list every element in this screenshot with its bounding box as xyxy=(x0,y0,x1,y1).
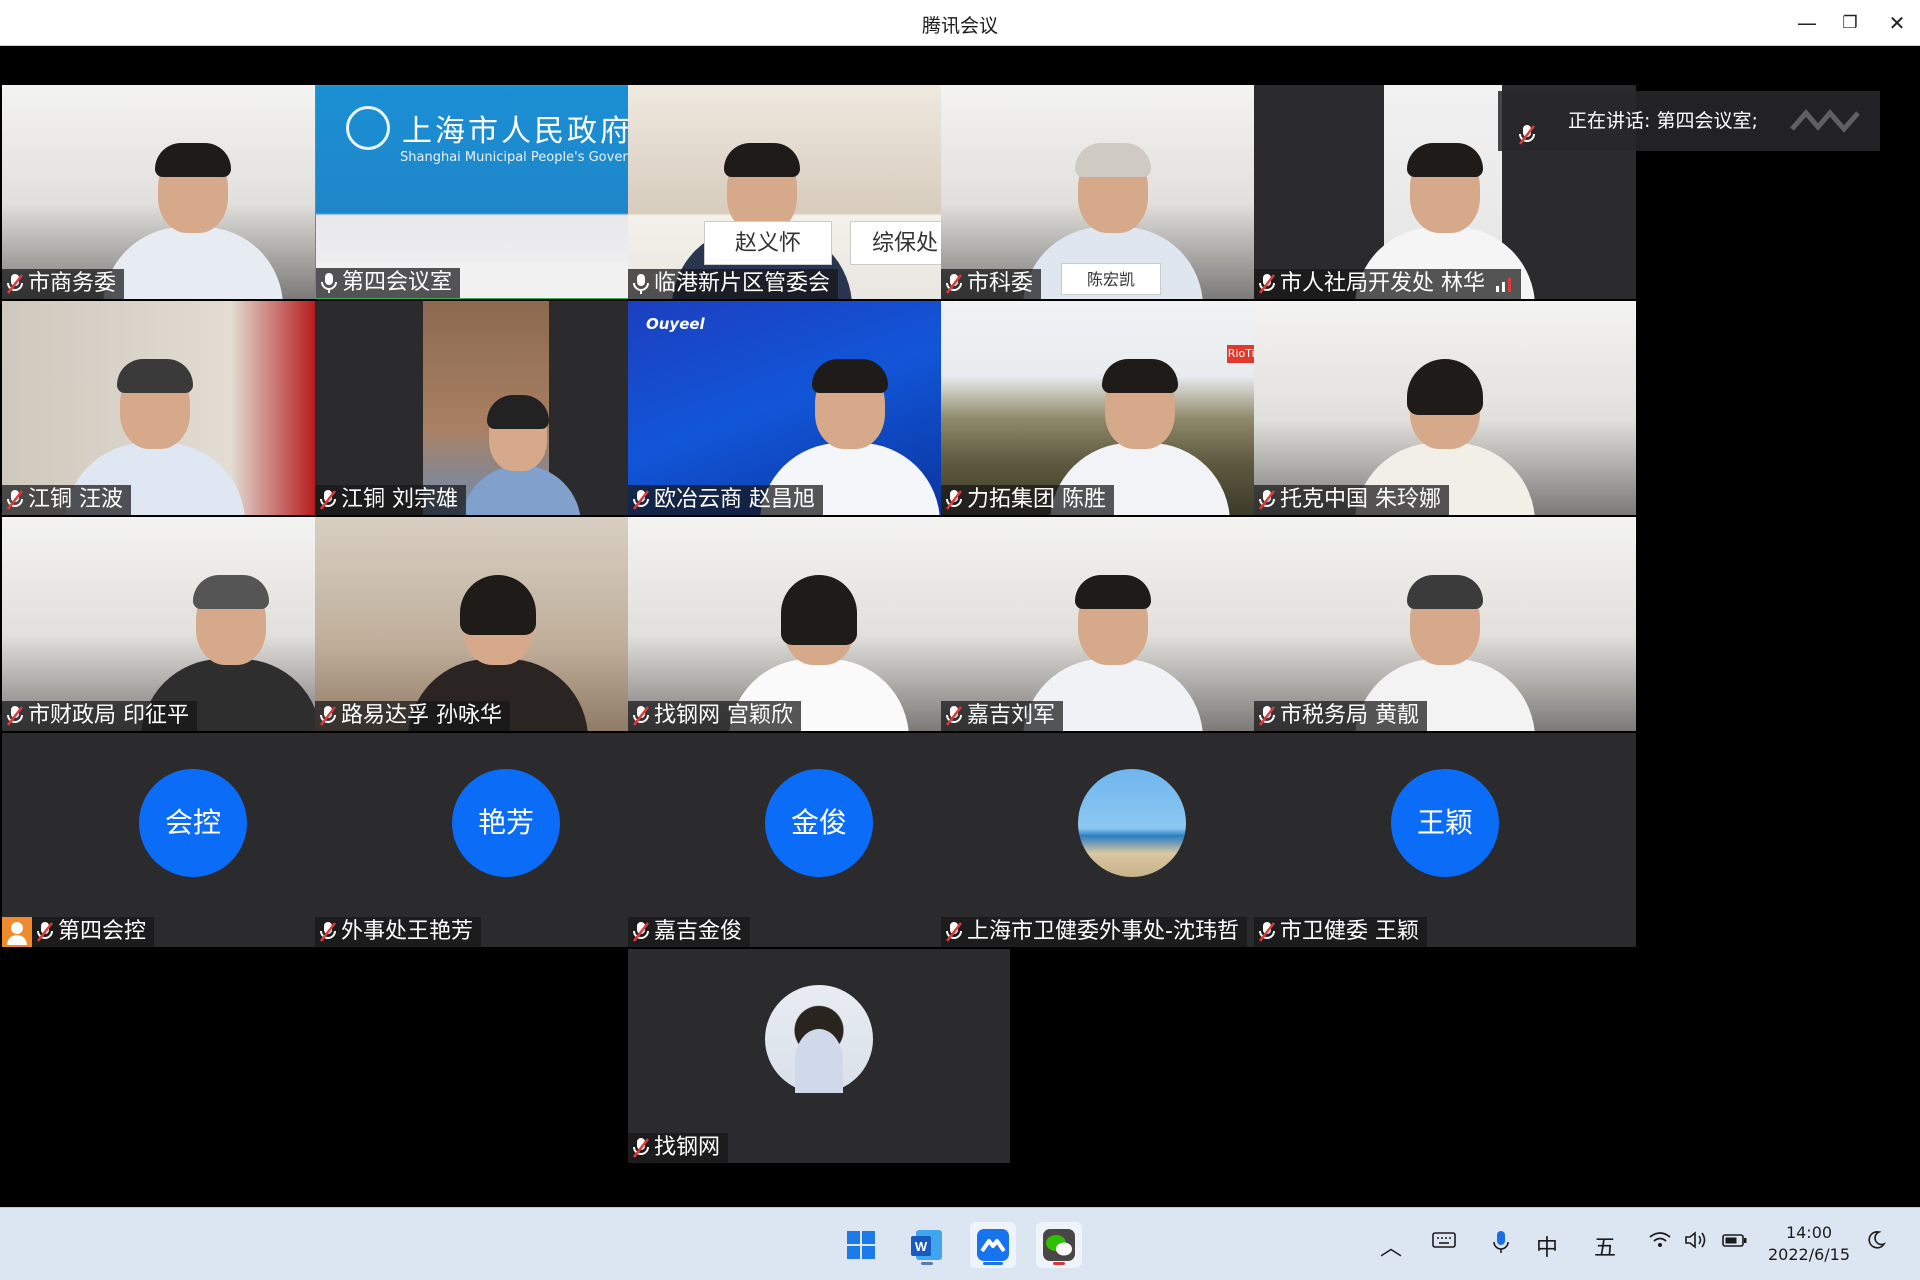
name-tag: 嘉吉金俊 xyxy=(628,917,751,947)
mic-muted-icon xyxy=(1258,921,1276,943)
mic-muted-icon xyxy=(945,921,963,943)
volume-icon[interactable] xyxy=(1684,1230,1708,1256)
mic-muted-icon xyxy=(1258,273,1276,295)
avatar xyxy=(765,985,873,1093)
minimize-icon[interactable]: — xyxy=(1790,8,1824,38)
name-tag: 找钢网 xyxy=(628,1133,729,1163)
name-tag: 嘉吉刘军 xyxy=(941,701,1064,731)
avatar: 金俊 xyxy=(765,769,873,877)
taskbar: W ︿ 中 五 14:00 2022/6/15 xyxy=(0,1207,1920,1280)
clock[interactable]: 14:00 2022/6/15 xyxy=(1764,1222,1854,1266)
mic-muted-icon xyxy=(632,921,650,943)
name-tag: 找钢网 宫颖欣 xyxy=(628,701,801,731)
do-not-disturb-moon-icon[interactable] xyxy=(1866,1230,1886,1256)
clock-time: 14:00 xyxy=(1785,1223,1833,1242)
ime-language-indicator[interactable]: 中 xyxy=(1536,1230,1558,1262)
mic-muted-icon xyxy=(945,489,963,511)
name-tag: 第四会议室 xyxy=(316,268,461,298)
mic-muted-icon xyxy=(6,273,24,295)
mic-muted-icon xyxy=(319,489,337,511)
mic-muted-icon xyxy=(632,489,650,511)
video-grid: 市商务委 上海市人民政府 Shanghai Municipal People's… xyxy=(0,47,1920,1207)
name-tag: 市卫健委 王颖 xyxy=(1254,917,1427,947)
video-tile[interactable]: 王颖 市卫健委 王颖 xyxy=(1254,733,1636,947)
host-icon xyxy=(2,917,32,947)
clock-date: 2022/6/15 xyxy=(1767,1245,1851,1264)
name-tag: 临港新片区管委会 xyxy=(628,269,839,299)
restore-icon[interactable]: ❐ xyxy=(1833,8,1867,38)
mic-muted-icon xyxy=(6,489,24,511)
name-tag: 路易达孚 孙咏华 xyxy=(315,701,510,731)
name-tag: 市科委 xyxy=(941,269,1042,299)
avatar: 会控 xyxy=(139,769,247,877)
name-tag: 力拓集团 陈胜 xyxy=(941,485,1114,515)
microphone-icon[interactable] xyxy=(1492,1230,1510,1260)
name-tag: 江铜 刘宗雄 xyxy=(315,485,466,515)
name-tag: 市财政局 印征平 xyxy=(2,701,197,731)
window-title: 腾讯会议 xyxy=(921,15,998,37)
mic-muted-icon xyxy=(1518,110,1536,145)
name-tag: 外事处王艳芳 xyxy=(315,917,482,947)
title-bar: 腾讯会议 — ❐ ✕ xyxy=(0,0,1920,46)
banner-title: 上海市人民政府 xyxy=(402,114,633,149)
name-tag: 江铜 汪波 xyxy=(2,485,131,515)
keyboard-icon[interactable] xyxy=(1432,1230,1456,1256)
wifi-icon[interactable] xyxy=(1648,1230,1672,1256)
mic-muted-icon xyxy=(1258,489,1276,511)
mic-muted-icon xyxy=(945,273,963,295)
speaking-indicator: 正在讲话: 第四会议室; xyxy=(1498,91,1880,151)
name-placard: 陈宏凯 xyxy=(1061,263,1161,295)
mic-muted-icon xyxy=(36,921,54,943)
avatar xyxy=(1078,769,1186,877)
mic-muted-icon xyxy=(6,705,24,727)
avatar: 王颖 xyxy=(1391,769,1499,877)
speaking-text: 正在讲话: 第四会议室; xyxy=(1568,110,1758,132)
battery-icon[interactable] xyxy=(1722,1230,1748,1256)
participant-video xyxy=(461,385,582,515)
mic-muted-icon xyxy=(632,705,650,727)
name-tag: 第四会控 xyxy=(2,917,155,947)
name-tag: 市商务委 xyxy=(2,269,125,299)
tencent-meeting-watermark-icon xyxy=(1790,109,1860,133)
mic-muted-icon xyxy=(945,705,963,727)
mic-muted-icon xyxy=(1258,705,1276,727)
name-tag: 托克中国 朱玲娜 xyxy=(1254,485,1449,515)
mic-muted-icon xyxy=(319,921,337,943)
video-tile[interactable]: 找钢网 xyxy=(628,949,1010,1163)
tencent-meeting-icon[interactable] xyxy=(970,1222,1016,1268)
show-hidden-icons-chevron[interactable]: ︿ xyxy=(1380,1230,1402,1262)
name-tag: 市人社局开发处 林华 xyxy=(1254,269,1521,299)
name-tag: 欧冶云商 赵昌旭 xyxy=(628,485,823,515)
avatar: 艳芳 xyxy=(452,769,560,877)
mic-icon xyxy=(632,273,650,295)
video-tile[interactable]: 市税务局 黄靓 xyxy=(1254,517,1636,731)
word-icon[interactable]: W xyxy=(904,1222,950,1268)
name-tag: 市税务局 黄靓 xyxy=(1254,701,1427,731)
signal-strength-icon xyxy=(1496,278,1511,292)
name-tag: 上海市卫健委外事处-沈玮哲 xyxy=(941,917,1247,947)
video-tile[interactable]: 托克中国 朱玲娜 xyxy=(1254,301,1636,515)
ime-mode-indicator[interactable]: 五 xyxy=(1594,1230,1616,1262)
wechat-icon[interactable] xyxy=(1036,1222,1082,1268)
windows-start-icon[interactable] xyxy=(838,1222,884,1268)
mic-muted-icon xyxy=(632,1137,650,1159)
mic-muted-icon xyxy=(319,705,337,727)
emblem-icon xyxy=(346,106,390,150)
brand-logo: Ouyeel xyxy=(646,315,705,333)
mic-icon xyxy=(320,272,338,294)
svg-text:W: W xyxy=(915,1239,928,1254)
close-icon[interactable]: ✕ xyxy=(1880,8,1914,38)
name-placard: 赵义怀 xyxy=(704,221,832,265)
